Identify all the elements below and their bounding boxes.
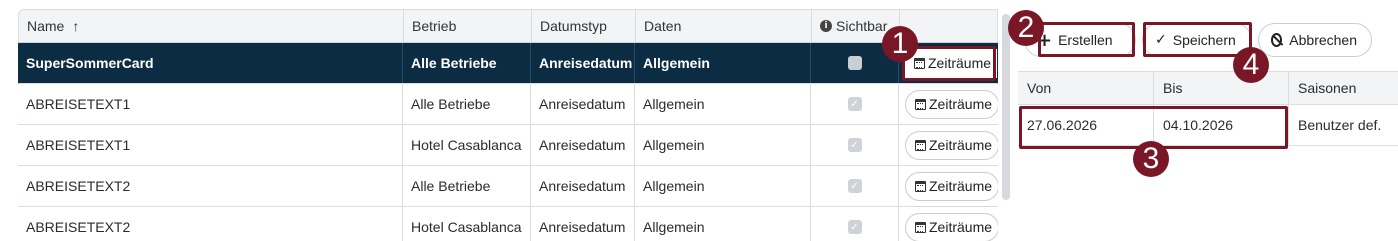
row-sichtbar: ✓: [810, 166, 898, 206]
row-daten: Allgemein: [634, 125, 810, 165]
row-datumstyp: Anreisedatum: [530, 207, 634, 241]
step-badge-1: 1: [882, 26, 918, 62]
column-header-betrieb[interactable]: Betrieb: [403, 10, 531, 42]
ban-icon: [1271, 33, 1283, 47]
step-badge-2: 2: [1008, 10, 1044, 46]
column-header-datumstyp[interactable]: Datumstyp: [531, 10, 635, 42]
row-betrieb: Alle Betriebe: [402, 43, 530, 83]
visible-checkbox[interactable]: ✓: [847, 220, 862, 234]
row-sichtbar: ✓: [810, 207, 898, 241]
column-header-saisonen[interactable]: Saisonen: [1288, 72, 1398, 104]
visible-checkbox[interactable]: ✓: [847, 97, 862, 111]
highlight-save: [1143, 22, 1252, 57]
table-row[interactable]: ABREISETEXT2 Hotel Casablanca Anreisedat…: [18, 207, 998, 241]
row-actions: Zeiträume: [898, 84, 998, 124]
vertical-scrollbar[interactable]: [1002, 14, 1010, 200]
visible-checkbox[interactable]: [847, 56, 862, 70]
row-betrieb: Alle Betriebe: [402, 84, 530, 124]
calendar-icon: [915, 139, 926, 151]
saisonen-cell[interactable]: Benutzer def.: [1288, 105, 1398, 145]
calendar-icon: [915, 98, 926, 110]
table-row[interactable]: ABREISETEXT1 Alle Betriebe Anreisedatum …: [18, 84, 998, 125]
row-daten: Allgemein: [634, 84, 810, 124]
zeitraeume-button[interactable]: Zeiträume: [905, 89, 998, 119]
visible-checkbox[interactable]: ✓: [847, 138, 862, 152]
row-daten: Allgemein: [634, 43, 810, 83]
column-header-bis[interactable]: Bis: [1153, 72, 1288, 104]
table-header: Name ↑ Betrieb Datumstyp Daten i Sichtba…: [18, 9, 998, 43]
zeitraeume-button[interactable]: Zeiträume: [905, 130, 998, 160]
row-actions: Zeiträume: [898, 166, 998, 206]
row-datumstyp: Anreisedatum: [530, 43, 634, 83]
table-row[interactable]: ABREISETEXT1 Hotel Casablanca Anreisedat…: [18, 125, 998, 166]
row-betrieb: Alle Betriebe: [402, 166, 530, 206]
table-row[interactable]: ABREISETEXT2 Alle Betriebe Anreisedatum …: [18, 166, 998, 207]
rules-table: Name ↑ Betrieb Datumstyp Daten i Sichtba…: [18, 9, 998, 241]
row-datumstyp: Anreisedatum: [530, 125, 634, 165]
row-name: ABREISETEXT1: [26, 137, 131, 153]
calendar-icon: [915, 221, 926, 233]
calendar-icon: [915, 180, 926, 192]
row-name: ABREISETEXT2: [26, 219, 131, 235]
row-sichtbar: ✓: [810, 125, 898, 165]
row-daten: Allgemein: [634, 207, 810, 241]
zeitraeume-button[interactable]: Zeiträume: [905, 171, 998, 201]
cancel-button[interactable]: Abbrechen: [1258, 23, 1372, 57]
row-actions: Zeiträume: [898, 207, 998, 241]
column-header-von[interactable]: Von: [1018, 72, 1153, 104]
zeitraeume-button[interactable]: Zeiträume: [905, 212, 998, 241]
row-sichtbar: ✓: [810, 84, 898, 124]
row-datumstyp: Anreisedatum: [530, 84, 634, 124]
row-daten: Allgemein: [634, 166, 810, 206]
step-badge-4: 4: [1233, 47, 1269, 83]
row-name: SuperSommerCard: [26, 55, 154, 71]
row-betrieb: Hotel Casablanca: [402, 207, 530, 241]
sort-ascending-icon[interactable]: ↑: [72, 18, 79, 34]
row-actions: Zeiträume: [898, 125, 998, 165]
row-name: ABREISETEXT2: [26, 178, 131, 194]
highlight-create: [1038, 22, 1135, 57]
visible-checkbox[interactable]: ✓: [847, 179, 862, 193]
row-name: ABREISETEXT1: [26, 96, 131, 112]
periods-header: Von Bis Saisonen: [1018, 71, 1398, 105]
table-row[interactable]: SuperSommerCard Alle Betriebe Anreisedat…: [18, 43, 998, 84]
column-header-name[interactable]: Name ↑: [19, 10, 403, 42]
row-datumstyp: Anreisedatum: [530, 166, 634, 206]
step-badge-3: 3: [1133, 141, 1169, 177]
column-header-daten[interactable]: Daten: [635, 10, 811, 42]
row-betrieb: Hotel Casablanca: [402, 125, 530, 165]
info-icon[interactable]: i: [820, 20, 832, 32]
